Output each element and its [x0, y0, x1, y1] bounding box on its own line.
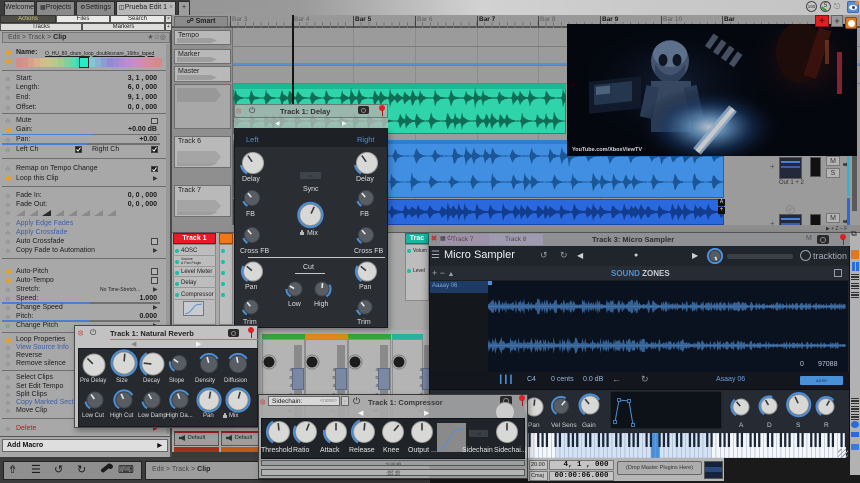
svg-text:YouTube.com/XboxViewTV: YouTube.com/XboxViewTV: [572, 147, 642, 153]
